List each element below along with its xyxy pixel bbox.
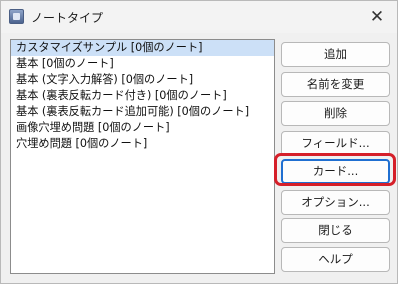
cards-highlight-annotation xyxy=(274,153,396,186)
rename-button[interactable]: 名前を変更 xyxy=(281,72,390,97)
close-button[interactable]: 閉じる xyxy=(281,218,390,243)
list-item[interactable]: 基本 (文字入力解答) [0個のノート] xyxy=(11,72,274,88)
list-item[interactable]: 穴埋め問題 [0個のノート] xyxy=(11,136,274,152)
help-button[interactable]: ヘルプ xyxy=(281,247,390,272)
close-icon[interactable]: ✕ xyxy=(367,7,387,27)
note-type-list[interactable]: カスタマイズサンプル [0個のノート] 基本 [0個のノート] 基本 (文字入力… xyxy=(10,39,275,274)
note-types-dialog: ノートタイプ ✕ カスタマイズサンプル [0個のノート] 基本 [0個のノート]… xyxy=(0,0,398,284)
list-item[interactable]: 画像穴埋め問題 [0個のノート] xyxy=(11,120,274,136)
list-item[interactable]: 基本 (裏表反転カード追加可能) [0個のノート] xyxy=(11,104,274,120)
delete-button[interactable]: 削除 xyxy=(281,101,390,126)
title-bar: ノートタイプ ✕ xyxy=(1,1,397,33)
list-item[interactable]: 基本 (裏表反転カード付き) [0個のノート] xyxy=(11,88,274,104)
list-item[interactable]: カスタマイズサンプル [0個のノート] xyxy=(11,40,274,56)
options-button[interactable]: オプション... xyxy=(281,190,390,215)
add-button[interactable]: 追加 xyxy=(281,42,390,67)
app-icon xyxy=(9,9,24,24)
window-title: ノートタイプ xyxy=(31,11,104,25)
list-item[interactable]: 基本 [0個のノート] xyxy=(11,56,274,72)
